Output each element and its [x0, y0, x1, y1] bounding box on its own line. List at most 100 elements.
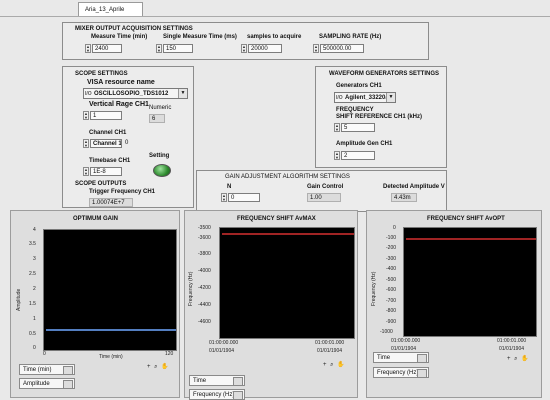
plot-style-icon[interactable] [233, 391, 243, 400]
detected-amplitude-label: Detected Amplitude V [383, 184, 445, 190]
avmax-plot[interactable] [219, 227, 355, 339]
plot-style-icon[interactable] [417, 354, 427, 363]
samples-stepper[interactable]: ▲ ▼ [241, 44, 247, 53]
y-tick: -4200 [198, 285, 211, 291]
optimum-gain-graph: OPTIMUM GAIN 4 3.5 3 2.5 2 1.5 1 0.5 0 A… [10, 210, 180, 398]
graph-tools[interactable]: + ⌕ ✋ [323, 361, 346, 370]
y-tick: -900 [386, 319, 397, 325]
channel-label: Channel CH1 [89, 130, 127, 136]
y-tick: -1000 [380, 329, 393, 335]
sampling-rate-input[interactable]: 500000.00 [320, 44, 364, 53]
x-tick: 0 [43, 351, 46, 357]
optimum-gain-trace-svg [46, 329, 176, 331]
legend-x-label: Time [193, 378, 207, 384]
trigger-frequency-indicator: 1.00074E+7 [89, 198, 133, 207]
legend-y-selector[interactable]: Frequency (Hz) [373, 367, 429, 378]
graph-tools[interactable]: + ⌕ ✋ [507, 355, 530, 364]
avopt-title: FREQUENCY SHIFT AvOPT [427, 216, 505, 222]
amplitude-gen-input[interactable]: 2 [341, 151, 375, 160]
visa-resource-label: VISA resource name [87, 79, 155, 86]
y-tick: -600 [386, 287, 397, 293]
plot-style-icon[interactable] [233, 377, 243, 386]
channel-index: 0 [125, 140, 129, 146]
graph-tools[interactable]: + ⌕ ✋ [147, 363, 170, 372]
y-tick: 4 [33, 227, 36, 233]
optimum-gain-xlabel: Time (min) [99, 354, 123, 360]
y-tick: 1.5 [29, 301, 36, 307]
sampling-rate-label: SAMPLING RATE (Hz) [319, 34, 382, 40]
n-stepper[interactable]: ▲ ▼ [221, 193, 227, 202]
y-tick: -3800 [198, 251, 211, 257]
setting-toggle[interactable] [153, 164, 171, 177]
numeric-label: Numeric [149, 105, 172, 111]
generators-select[interactable]: I/O Agilent_33220a ▼ [334, 92, 396, 103]
detected-amplitude-indicator: 4.43m [391, 193, 417, 202]
chevron-down-icon[interactable]: ▼ [178, 89, 187, 98]
y-tick: 3 [33, 256, 36, 262]
x-tick: 01:00:00.000 [209, 340, 239, 346]
measure-time-input[interactable]: 2400 [92, 44, 122, 53]
visa-resource-value: OSCILLOSOPIO_TDS1012 [94, 91, 169, 97]
x-tick: 01/01/1904 [209, 348, 235, 354]
legend-y-label: Frequency (Hz) [377, 370, 419, 376]
vertical-range-input[interactable]: 1 [90, 111, 122, 120]
optimum-gain-ylabel: Amplitude [16, 288, 22, 311]
plot-style-icon[interactable] [63, 380, 73, 389]
y-tick: 2 [33, 286, 36, 292]
y-tick: 1 [33, 316, 36, 322]
y-tick: 2.5 [29, 271, 36, 277]
y-tick: -4400 [198, 302, 211, 308]
measure-time-label: Measure Time (min) [91, 34, 148, 40]
mixer-settings-panel: MIXER OUTPUT ACQUISITION SETTINGS Measur… [62, 22, 429, 60]
samples-input[interactable]: 20000 [248, 44, 282, 53]
scope-settings-panel: SCOPE SETTINGS VISA resource name I/O OS… [62, 66, 194, 208]
tab-aria-13-aprile[interactable]: Aria_13_Aprile [78, 2, 143, 16]
visa-resource-select[interactable]: I/O OSCILLOSOPIO_TDS1012 ▼ [83, 88, 188, 99]
legend-x-selector[interactable]: Time [189, 375, 245, 386]
amplitude-gen-label: Amplitude Gen CH1 [336, 141, 393, 147]
sampling-rate-stepper[interactable]: ▲ ▼ [313, 44, 319, 53]
avmax-trace-svg [222, 233, 354, 235]
legend-x-selector[interactable]: Time (min) [19, 364, 75, 375]
timebase-stepper[interactable]: ▲ ▼ [83, 167, 89, 176]
waveform-settings-title: WAVEFORM GENERATORS SETTINGS [329, 71, 440, 77]
single-measure-input[interactable]: 150 [163, 44, 193, 53]
chevron-down-icon[interactable]: ▼ [386, 93, 395, 102]
vertical-range-stepper[interactable]: ▲ ▼ [83, 111, 89, 120]
legend-y-label: Frequency (Hz) [193, 392, 235, 398]
freq-shift-stepper[interactable]: ▲ ▼ [334, 123, 340, 132]
legend-x-label: Time [377, 355, 391, 361]
y-tick: -4600 [198, 319, 211, 325]
freq-shift-input[interactable]: 5 [341, 123, 375, 132]
n-input[interactable]: 0 [228, 193, 260, 202]
single-measure-stepper[interactable]: ▲ ▼ [156, 44, 162, 53]
timebase-input[interactable]: 1E-8 [90, 167, 122, 176]
single-measure-label: Single Measure Time (ms) [163, 34, 237, 40]
y-tick: -3600 [198, 235, 211, 241]
legend-y-selector[interactable]: Amplitude [19, 378, 75, 389]
n-label: N [227, 184, 232, 190]
scope-settings-title: SCOPE SETTINGS [75, 71, 128, 77]
x-tick: 01:00:01.000 [315, 340, 345, 346]
freq-shift-label-line1: FREQUENCY [336, 107, 374, 113]
channel-stepper[interactable]: ▲ ▼ [83, 139, 89, 148]
generators-label: Generators CH1 [336, 83, 382, 89]
avopt-plot[interactable] [403, 227, 537, 337]
legend-y-selector[interactable]: Frequency (Hz) [189, 389, 245, 400]
y-tick: -300 [386, 256, 397, 262]
gain-control-label: Gain Control [307, 184, 344, 190]
freq-shift-label-line2: SHIFT REFERENCE CH1 (kHz) [336, 114, 423, 120]
plot-style-icon[interactable] [417, 369, 427, 378]
y-tick: -4000 [198, 268, 211, 274]
optimum-gain-plot[interactable] [43, 229, 177, 351]
samples-label: samples to acquire [247, 34, 302, 40]
measure-time-stepper[interactable]: ▲ ▼ [85, 44, 91, 53]
legend-x-selector[interactable]: Time [373, 352, 429, 363]
channel-input[interactable]: Channel 1 [90, 139, 122, 148]
x-tick: 120 [165, 351, 174, 357]
amplitude-gen-stepper[interactable]: ▲ ▼ [334, 151, 340, 160]
avopt-trace-svg [406, 238, 536, 240]
y-tick: 0 [393, 225, 396, 231]
y-tick: -400 [386, 266, 397, 272]
plot-style-icon[interactable] [63, 366, 73, 375]
